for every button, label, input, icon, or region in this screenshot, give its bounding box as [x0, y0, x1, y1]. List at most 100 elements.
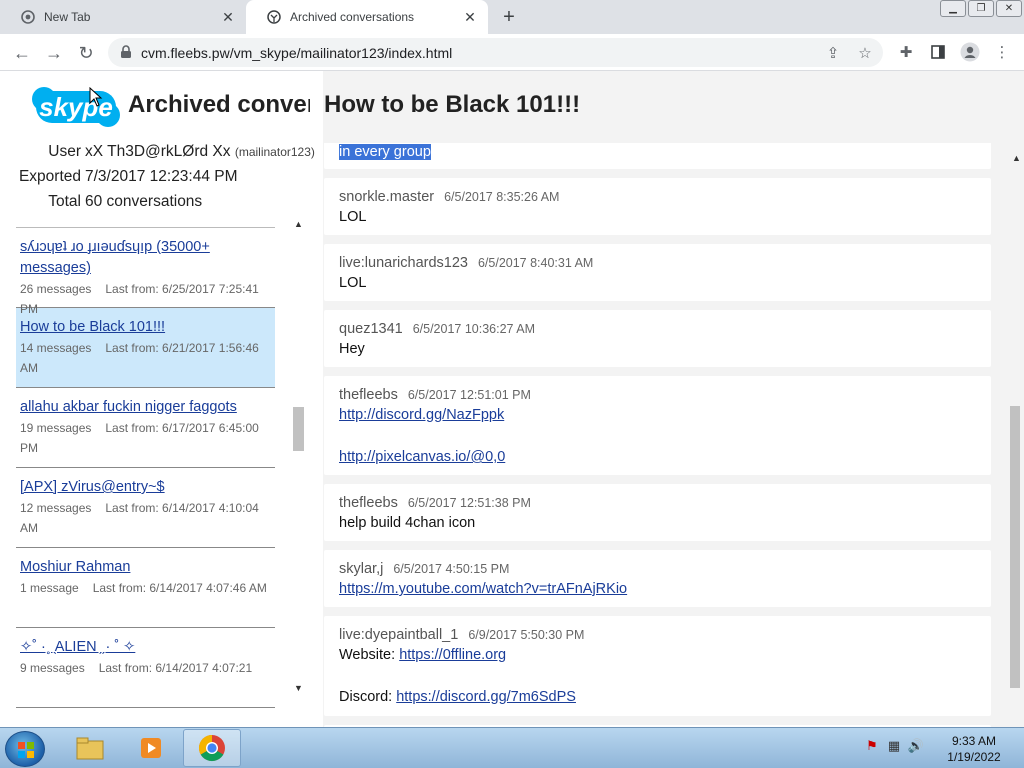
address-bar[interactable]: cvm.fleebs.pw/vm_skype/mailinator123/ind…	[108, 38, 883, 67]
page-content: skype Archived conversations How to be B…	[0, 71, 1024, 727]
window-controls: ▁ ❐ ✕	[940, 0, 1022, 17]
total-value: 60 conversations	[85, 192, 203, 210]
conversation-item-active[interactable]: How to be Black 101!!! 14 messages Last f…	[16, 308, 275, 388]
message-time: 6/5/2017 4:50:15 PM	[393, 562, 510, 576]
message-author: live:lunarichards123	[339, 255, 468, 271]
message-time: 6/5/2017 12:51:01 PM	[407, 388, 531, 402]
menu-kebab-icon[interactable]: ⋮	[992, 42, 1012, 62]
message-time: 6/5/2017 8:40:31 AM	[477, 256, 594, 270]
conversation-item[interactable]: Moshiur Rahman 1 message Last from: 6/14/…	[16, 548, 275, 628]
windows-taskbar: ⚑ ▦ 🔊 9:33 AM 1/19/2022	[0, 727, 1024, 768]
mouse-cursor-icon	[89, 87, 103, 107]
close-icon[interactable]: ✕	[218, 7, 238, 27]
conversation-item[interactable]: sʎɹɔɥɐʇ ɹo ɟɹıǝuɗsɥıp (35000+ messages) …	[16, 228, 275, 316]
scrollbar-thumb[interactable]	[293, 407, 304, 451]
volume-icon[interactable]: 🔊	[908, 738, 924, 754]
folder-icon	[76, 737, 104, 760]
last-from: Last from: 6/14/2017 4:07:21	[98, 661, 253, 675]
new-tab-plus-icon[interactable]: +	[497, 5, 521, 29]
message-count: 14 messages	[20, 341, 92, 355]
back-arrow-icon[interactable]: ←	[9, 40, 35, 66]
conversation-link[interactable]: allahu akbar fuckin nigger faggots	[20, 397, 271, 418]
message-author: thefleebs	[339, 387, 398, 403]
browser-toolbar: ← → ↻ cvm.fleebs.pw/vm_skype/mailinator1…	[0, 34, 1024, 71]
conversation-link[interactable]: [APX] zVirus@entry~$	[20, 477, 271, 498]
message-time: 6/5/2017 8:35:26 AM	[444, 190, 560, 204]
message-count: 26 messages	[20, 282, 92, 296]
message: quez1341 6/5/2017 10:36:27 AM Hey	[324, 310, 991, 367]
conversation-list-scrollbar[interactable]: ▲ ▼	[291, 217, 307, 697]
message-text: Hey	[339, 341, 365, 357]
conversation-link[interactable]: Moshiur Rahman	[20, 557, 271, 578]
taskbar-explorer[interactable]	[61, 729, 119, 767]
message: skylar,j 6/5/2017 4:50:15 PM https://m.yo…	[324, 550, 991, 607]
message-author: live:dyepaintball_1	[339, 627, 459, 643]
conversation-title: How to be Black 101!!!	[324, 91, 581, 118]
message-count: 9 messages	[20, 661, 85, 675]
message-author: quez1341	[339, 321, 403, 337]
extensions-puzzle-icon[interactable]: ✚	[896, 42, 916, 62]
export-metadata: User xX Th3D@rkLØrd Xx (mailinator123) E…	[0, 139, 323, 214]
message-author: skylar,j	[339, 561, 384, 577]
scroll-up-arrow-icon[interactable]: ▲	[1012, 153, 1021, 163]
exported-value: 7/3/2017 12:23:44 PM	[85, 167, 238, 185]
last-from: Last from: 6/14/2017 4:07:46 AM	[92, 581, 267, 595]
bookmark-star-icon[interactable]: ☆	[856, 44, 874, 62]
message-author: snorkle.master	[339, 189, 435, 205]
message-pane: in every group snorkle.master 6/5/2017 8:…	[324, 143, 991, 727]
message-link[interactable]: http://pixelcanvas.io/@0,0	[339, 449, 505, 465]
conversation-item[interactable]: allahu akbar fuckin nigger faggots 19 me…	[16, 388, 275, 468]
message-time: 6/9/2017 5:50:30 PM	[468, 628, 585, 642]
close-icon[interactable]: ✕	[460, 7, 480, 27]
message: live:dyepaintball_1 6/9/2017 5:50:30 PM W…	[324, 616, 991, 716]
tab-title: New Tab	[44, 10, 91, 24]
message-link[interactable]: http://discord.gg/NazFppk	[339, 407, 504, 423]
media-player-icon	[141, 738, 161, 758]
taskbar-media-player[interactable]	[122, 729, 180, 767]
user-label: User	[48, 142, 81, 160]
taskbar-chrome[interactable]	[183, 729, 241, 767]
tab-new-tab[interactable]: New Tab ✕	[0, 0, 246, 34]
total-label: Total	[48, 192, 81, 210]
message-author: thefleebs	[339, 495, 398, 511]
share-icon[interactable]: ⇪	[824, 44, 842, 62]
close-window-icon[interactable]: ✕	[996, 0, 1022, 17]
message-link[interactable]: https://0ffline.org	[399, 647, 506, 663]
conversation-link[interactable]: sʎɹɔɥɐʇ ɹo ɟɹıǝuɗsɥıp (35000+ messages)	[20, 237, 271, 279]
system-tray: ⚑ ▦ 🔊	[864, 738, 924, 754]
side-panel-icon[interactable]	[928, 42, 948, 62]
restore-icon[interactable]: ❐	[968, 0, 994, 17]
conversation-item[interactable]: ✧˚ ·˳ ̖ALIEN ̗ˏ· ˚ ✧ 9 messages Last from…	[16, 628, 275, 708]
message-text: help build 4chan icon	[339, 515, 476, 531]
minimize-icon[interactable]: ▁	[940, 0, 966, 17]
conversation-link[interactable]: How to be Black 101!!!	[20, 317, 271, 338]
screen: New Tab ✕ Archived conversations ✕ + ▁ ❐…	[0, 0, 1024, 768]
scrollbar-thumb[interactable]	[1010, 406, 1020, 688]
chrome-icon	[198, 734, 225, 762]
network-icon[interactable]: ▦	[886, 738, 902, 754]
tab-archived-conversations[interactable]: Archived conversations ✕	[246, 0, 488, 34]
message-count: 19 messages	[20, 421, 92, 435]
message-link[interactable]: https://discord.gg/7m6SdPS	[396, 689, 576, 705]
profile-avatar-icon[interactable]	[960, 42, 980, 62]
action-center-flag-icon[interactable]: ⚑	[864, 738, 880, 754]
scroll-up-arrow-icon[interactable]: ▲	[294, 219, 303, 229]
message: in every group	[324, 143, 991, 169]
taskbar-clock[interactable]: 9:33 AM 1/19/2022	[940, 733, 1008, 765]
page-scrollbar[interactable]: ▲	[1007, 149, 1024, 727]
page-globe-icon	[266, 9, 282, 25]
message-text: Discord:	[339, 689, 397, 705]
clock-date: 1/19/2022	[947, 750, 1001, 764]
start-button[interactable]	[5, 731, 45, 767]
message: thefleebs 6/5/2017 12:51:38 PM help build…	[324, 484, 991, 541]
message-time: 6/5/2017 10:36:27 AM	[412, 322, 536, 336]
scroll-down-arrow-icon[interactable]: ▼	[294, 683, 303, 693]
message-count: 1 message	[20, 581, 79, 595]
conversation-link[interactable]: ✧˚ ·˳ ̖ALIEN ̗ˏ· ˚ ✧	[20, 637, 271, 658]
lock-icon	[120, 45, 134, 59]
forward-arrow-icon[interactable]: →	[41, 40, 67, 66]
message-link[interactable]: https://m.youtube.com/watch?v=trAFnAjRKi…	[339, 581, 627, 597]
conversation-item[interactable]: [APX] zVirus@entry~$ 12 messages Last fro…	[16, 468, 275, 548]
reload-icon[interactable]: ↻	[73, 40, 99, 66]
chrome-icon	[20, 9, 36, 25]
